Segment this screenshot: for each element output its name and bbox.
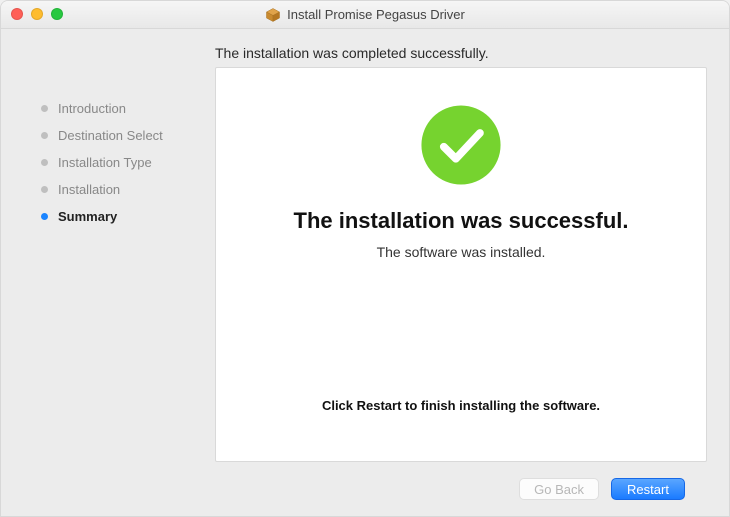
go-back-button: Go Back (519, 478, 599, 500)
page-subtitle: The installation was completed successfu… (23, 39, 707, 67)
sidebar-item-installation-type: Installation Type (23, 149, 215, 176)
step-dot-icon (41, 105, 48, 112)
body: The installation was completed successfu… (1, 29, 729, 516)
step-dot-icon (41, 159, 48, 166)
sidebar-item-label: Introduction (58, 101, 126, 116)
step-dot-icon (41, 186, 48, 193)
step-dot-icon (41, 213, 48, 220)
minimize-window-button[interactable] (31, 8, 43, 20)
sidebar-item-introduction: Introduction (23, 95, 215, 122)
traffic-lights (11, 8, 63, 20)
sidebar-item-label: Destination Select (58, 128, 163, 143)
window-title: Install Promise Pegasus Driver (287, 7, 465, 22)
success-heading: The installation was successful. (294, 208, 629, 234)
sidebar-item-summary: Summary (23, 203, 215, 230)
close-window-button[interactable] (11, 8, 23, 20)
footer: Go Back Restart (23, 462, 707, 516)
sidebar-item-destination-select: Destination Select (23, 122, 215, 149)
success-subheading: The software was installed. (377, 244, 546, 260)
sidebar: Introduction Destination Select Installa… (23, 67, 215, 462)
step-dot-icon (41, 132, 48, 139)
sidebar-item-label: Installation (58, 182, 120, 197)
sidebar-item-label: Summary (58, 209, 117, 224)
sidebar-item-installation: Installation (23, 176, 215, 203)
package-icon (265, 7, 281, 23)
restart-button[interactable]: Restart (611, 478, 685, 500)
installer-window: Install Promise Pegasus Driver The insta… (0, 0, 730, 517)
title-wrap: Install Promise Pegasus Driver (265, 7, 465, 23)
titlebar: Install Promise Pegasus Driver (1, 1, 729, 29)
zoom-window-button[interactable] (51, 8, 63, 20)
main-row: Introduction Destination Select Installa… (23, 67, 707, 462)
sidebar-item-label: Installation Type (58, 155, 152, 170)
content-panel: The installation was successful. The sof… (215, 67, 707, 462)
success-checkmark-icon (418, 102, 504, 188)
restart-hint: Click Restart to finish installing the s… (322, 398, 600, 413)
